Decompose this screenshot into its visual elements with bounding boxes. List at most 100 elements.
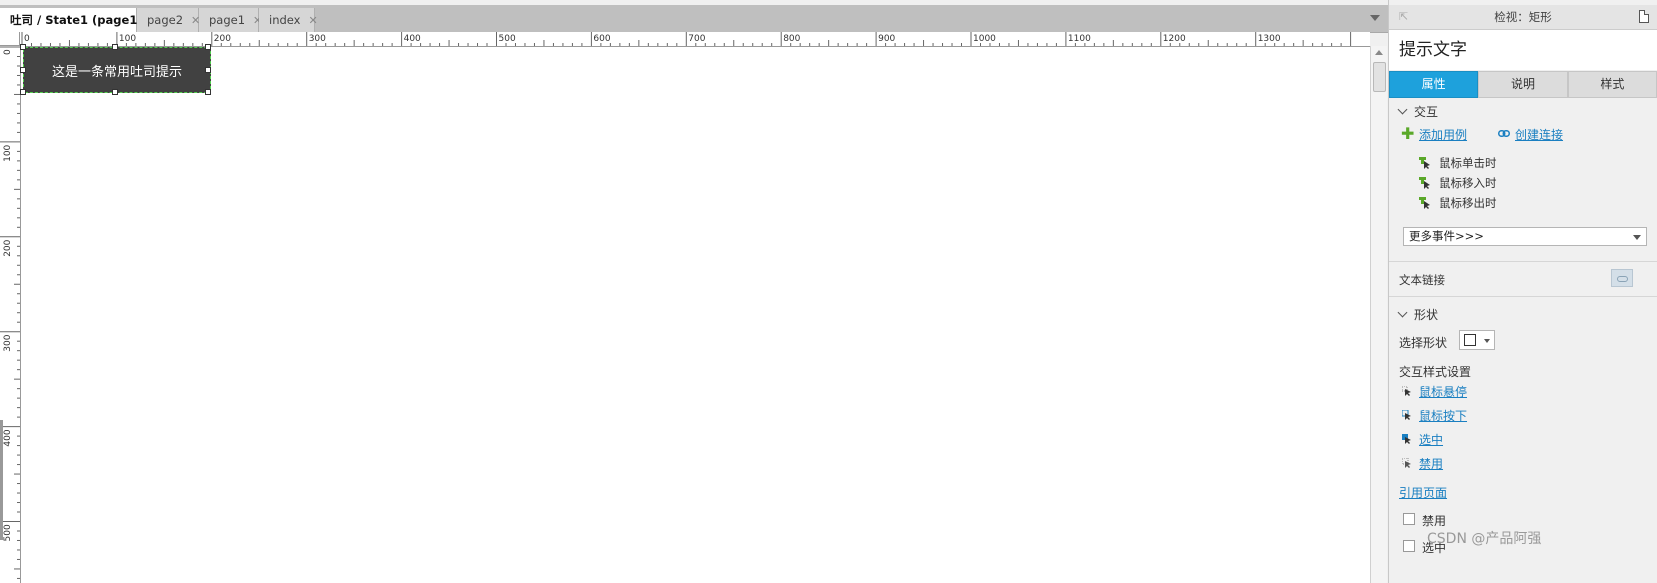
tab-label: 吐司 / State1 (page1) xyxy=(10,13,143,27)
disabled-checkbox-label: 禁用 xyxy=(1422,514,1447,528)
resize-handle-bottom-right[interactable] xyxy=(205,89,211,95)
tab-toast-state1[interactable]: 吐司 / State1 (page1)✕ xyxy=(0,8,160,33)
ruler-label: 900 xyxy=(878,34,895,44)
page-icon[interactable] xyxy=(1639,10,1649,23)
resize-handle-bottom[interactable] xyxy=(112,89,118,95)
ruler-label: 400 xyxy=(404,34,421,44)
toast-text: 这是一条常用吐司提示 xyxy=(51,64,182,80)
divider xyxy=(1389,261,1657,262)
tab-label: index xyxy=(269,13,301,27)
plus-icon[interactable]: ✚ xyxy=(1401,124,1414,143)
ruler-label: 200 xyxy=(214,34,231,44)
horizontal-ruler: 0 100 200 300 400 500 600 700 800 900 1000 1100 1200… xyxy=(20,32,1370,47)
shape-section-header[interactable]: 形状 xyxy=(1397,306,1439,323)
vertical-ruler: 0 100 200 300 400 500 xyxy=(0,46,21,583)
ruler-label: 1300 xyxy=(1258,34,1281,44)
more-events-value: 更多事件>>> xyxy=(1409,229,1484,243)
resize-handle-top-right[interactable] xyxy=(205,44,211,50)
resize-handle-top[interactable] xyxy=(112,44,118,50)
tab-page2[interactable]: page2 ✕ xyxy=(137,8,200,32)
tab-notes[interactable]: 说明 xyxy=(1478,71,1568,98)
tab-style[interactable]: 样式 xyxy=(1567,71,1657,98)
inspector-panel: ⇱ 检视：矩形 提示文字 属性 说明 样式 交互 ✚ 添加用例 创建连接 鼠标单… xyxy=(1388,0,1657,583)
disabled-cursor-icon xyxy=(1402,458,1411,468)
event-label: 鼠标移出时 xyxy=(1439,196,1497,210)
ruler-label: 0 xyxy=(3,49,13,55)
scroll-up-icon[interactable] xyxy=(1375,50,1383,55)
style-selected-link[interactable]: 选中 xyxy=(1419,431,1443,448)
chevron-down-icon xyxy=(1633,235,1641,240)
event-onmouseenter[interactable]: 鼠标移入时 xyxy=(1419,175,1497,191)
chevron-down-icon xyxy=(1484,339,1490,343)
ruler-label: 100 xyxy=(119,34,136,44)
chevron-down-icon xyxy=(1397,307,1408,318)
watermark-text: CSDN @产品阿强 xyxy=(1427,531,1542,547)
tab-label: page2 xyxy=(147,13,184,27)
ruler-label: 1100 xyxy=(1068,34,1091,44)
hover-cursor-icon xyxy=(1402,386,1411,396)
close-icon[interactable]: ✕ xyxy=(308,14,317,27)
mouse-event-icon xyxy=(1419,176,1430,189)
ruler-label: 1200 xyxy=(1163,34,1186,44)
resize-handle-left[interactable] xyxy=(20,67,26,73)
selected-cursor-icon xyxy=(1402,434,1411,444)
link-chain-icon[interactable] xyxy=(1498,130,1510,137)
inspector-header: ⇱ 检视：矩形 xyxy=(1389,5,1657,30)
ruler-corner xyxy=(0,32,20,46)
interaction-section-header[interactable]: 交互 xyxy=(1397,103,1439,120)
tab-menu-dropdown-icon[interactable] xyxy=(1370,15,1380,21)
event-onclick[interactable]: 鼠标单击时 xyxy=(1419,155,1497,171)
toast-widget[interactable]: 这是一条常用吐司提示 xyxy=(23,47,211,93)
ruler-label: 0 xyxy=(24,34,30,44)
resize-handle-right[interactable] xyxy=(205,67,211,73)
ruler-label: 500 xyxy=(3,524,13,541)
text-link-label: 文本链接 xyxy=(1399,273,1445,287)
ruler-label: 800 xyxy=(783,34,800,44)
add-case-link[interactable]: 添加用例 xyxy=(1419,126,1467,143)
rectangle-shape-icon xyxy=(1464,334,1476,346)
ruler-label: 600 xyxy=(593,34,610,44)
tab-index[interactable]: index ✕ xyxy=(259,8,318,32)
vertical-scrollbar[interactable] xyxy=(1370,46,1387,583)
selected-checkbox[interactable] xyxy=(1403,540,1415,552)
shape-title: 形状 xyxy=(1414,308,1439,322)
ruler-label: 100 xyxy=(3,144,13,161)
style-disabled-link[interactable]: 禁用 xyxy=(1419,455,1443,472)
scrollbar-thumb[interactable] xyxy=(1373,62,1386,92)
event-label: 鼠标移入时 xyxy=(1439,176,1497,190)
text-link-button[interactable] xyxy=(1611,269,1633,287)
reference-page-link[interactable]: 引用页面 xyxy=(1399,484,1447,501)
left-panel-splitter[interactable] xyxy=(0,420,3,540)
select-shape-label: 选择形状 xyxy=(1399,336,1448,350)
ruler-label: 200 xyxy=(3,239,13,256)
disabled-checkbox[interactable] xyxy=(1403,513,1415,525)
style-hover-link[interactable]: 鼠标悬停 xyxy=(1419,383,1467,400)
style-mousedown-link[interactable]: 鼠标按下 xyxy=(1419,407,1467,424)
tab-page1[interactable]: page1 ✕ xyxy=(199,8,262,32)
more-events-select[interactable]: 更多事件>>> xyxy=(1403,227,1647,246)
tab-properties[interactable]: 属性 xyxy=(1389,71,1479,98)
tab-label: page1 xyxy=(209,13,246,27)
resize-handle-bottom-left[interactable] xyxy=(20,89,26,95)
ruler-label: 700 xyxy=(688,34,705,44)
editor-area: 吐司 / State1 (page1)✕ page2✕ page1✕ index… xyxy=(0,0,1388,583)
inspector-title: 检视：矩形 xyxy=(1494,10,1552,24)
design-canvas[interactable]: 这是一条常用吐司提示 xyxy=(20,44,1370,583)
divider xyxy=(1389,296,1657,297)
event-onmouseleave[interactable]: 鼠标移出时 xyxy=(1419,195,1497,211)
interaction-title: 交互 xyxy=(1414,105,1439,119)
ruler-label: 300 xyxy=(309,34,326,44)
vertical-ruler-ticks: 0 100 200 300 400 500 xyxy=(0,46,20,579)
resize-handle-top-left[interactable] xyxy=(20,44,26,50)
mousedown-cursor-icon xyxy=(1402,410,1411,420)
page-tab-bar: 吐司 / State1 (page1)✕ page2✕ page1✕ index… xyxy=(0,5,1388,33)
ruler-label: 500 xyxy=(499,34,516,44)
collapse-arrow-icon[interactable]: ⇱ xyxy=(1399,5,1408,29)
horizontal-ruler-ticks: 0 100 200 300 400 500 600 700 800 900 1000 1100 1200… xyxy=(21,32,1352,46)
inspector-tabs: 属性 说明 样式 xyxy=(1389,71,1657,98)
mouse-event-icon xyxy=(1419,156,1430,169)
shape-select-dropdown[interactable] xyxy=(1459,330,1495,350)
ruler-label: 1000 xyxy=(973,34,996,44)
widget-name-field[interactable]: 提示文字 xyxy=(1389,30,1657,70)
create-link-link[interactable]: 创建连接 xyxy=(1515,126,1563,143)
